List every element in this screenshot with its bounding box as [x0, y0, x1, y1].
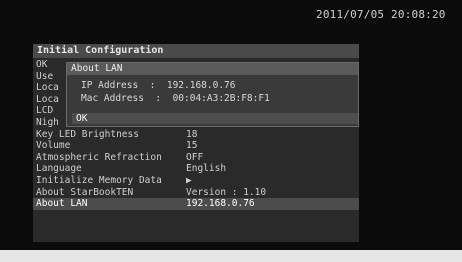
config-row-value: 18 — [186, 128, 198, 140]
dialog-title: About LAN — [67, 63, 358, 75]
device-screen: 2011/07/05 20:08:20 Initial Configuratio… — [0, 0, 462, 262]
config-row-volume[interactable]: Volume 15 — [33, 140, 359, 152]
mac-address-row: Mac Address : 00:04:A3:2B:F8:F1 — [81, 93, 270, 104]
separator-colon: : — [149, 93, 167, 104]
config-row-label: About StarBookTEN — [36, 186, 134, 198]
config-row-label: LCD — [36, 105, 54, 117]
config-row-value: English — [186, 163, 227, 175]
config-row-value: Version : 1.10 — [186, 186, 267, 198]
config-row-key-led-brightness[interactable]: Key LED Brightness 18 — [33, 129, 359, 141]
config-row-label: Use — [36, 70, 54, 82]
config-row-label: About LAN — [36, 198, 88, 210]
panel-title: Initial Configuration — [33, 44, 359, 58]
config-row-label: Loca — [36, 93, 59, 105]
ip-address-row: IP Address : 192.168.0.76 — [81, 80, 235, 91]
config-row-label: Volume — [36, 140, 71, 152]
config-row-label: Initialize Memory Data — [36, 174, 162, 186]
mac-address-value: 00:04:A3:2B:F8:F1 — [172, 93, 270, 104]
config-row-about-lan[interactable]: About LAN 192.168.0.76 — [33, 198, 359, 210]
config-row-label: OK — [36, 59, 48, 70]
config-row-language[interactable]: Language English — [33, 163, 359, 175]
about-lan-dialog: About LAN IP Address : 192.168.0.76 Mac … — [66, 62, 359, 127]
config-row-initialize-memory-data[interactable]: Initialize Memory Data ▶ — [33, 175, 359, 187]
config-row-label: Loca — [36, 82, 59, 94]
config-row-about-starbookten[interactable]: About StarBookTEN Version : 1.10 — [33, 187, 359, 199]
config-row-value: 192.168.0.76 — [186, 198, 255, 210]
datetime-display: 2011/07/05 20:08:20 — [316, 8, 446, 21]
ip-address-label: IP Address — [81, 80, 139, 91]
device-bezel — [0, 250, 462, 262]
config-row-atmospheric-refraction[interactable]: Atmospheric Refraction OFF — [33, 152, 359, 164]
separator-colon: : — [143, 80, 162, 91]
config-row-label: Nigh — [36, 116, 59, 128]
ok-button[interactable]: OK — [72, 113, 358, 124]
config-row-label: Atmospheric Refraction — [36, 151, 162, 163]
play-arrow-icon: ▶ — [186, 174, 192, 186]
mac-address-label: Mac Address — [81, 93, 144, 104]
ip-address-value: 192.168.0.76 — [166, 80, 236, 91]
config-row-label: Language — [36, 163, 82, 175]
config-row-value: 15 — [186, 140, 198, 152]
config-row-label: Key LED Brightness — [36, 128, 139, 140]
config-row-value: OFF — [186, 151, 204, 163]
